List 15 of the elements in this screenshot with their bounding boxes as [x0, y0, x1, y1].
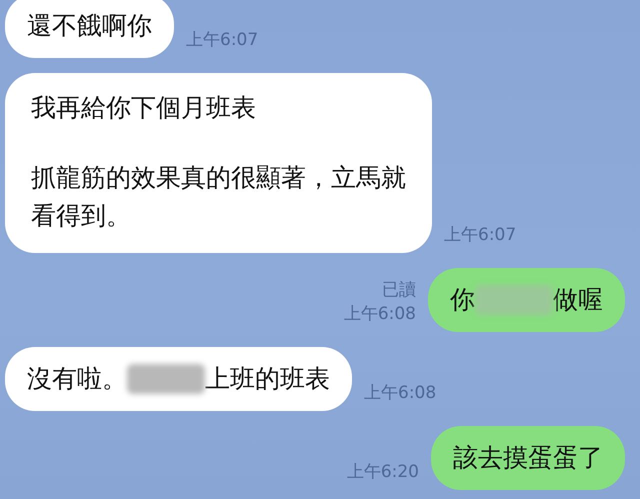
read-receipt: 已讀: [382, 279, 416, 302]
message-text: 你: [450, 284, 475, 316]
message-time: 上午6:20: [346, 461, 419, 484]
message-text: 該去摸蛋蛋了: [453, 442, 603, 474]
message-time: 上午6:08: [344, 303, 416, 326]
message-text: 沒有啦。: [27, 363, 127, 395]
message-time: 上午6:07: [444, 224, 516, 247]
message-text: 我再給你下個月班表: [31, 92, 256, 124]
message-text: 抓龍筋的效果真的很顯著，立馬就: [31, 162, 406, 194]
message-text: 還不餓啊你: [27, 10, 152, 42]
message-text: 做喔: [553, 284, 603, 316]
message-text: 上班的班表: [205, 363, 330, 395]
message-time: 上午6:08: [364, 382, 436, 405]
message-text: 看得到。: [31, 200, 131, 232]
message-time: 上午6:07: [186, 29, 258, 52]
